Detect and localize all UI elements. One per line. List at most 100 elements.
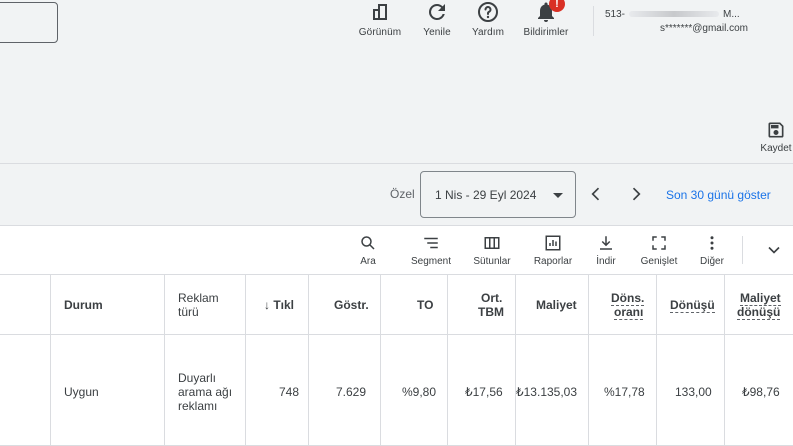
col-divider [380,335,381,445]
col-divider [164,275,165,334]
account-name-suffix: M... [723,9,740,20]
chevron-right-icon[interactable] [626,184,646,204]
col-divider [308,335,309,445]
account-id-prefix: 513- [605,9,626,20]
header-status[interactable]: Durum [64,298,103,312]
columns-button[interactable]: Sütunlar [462,234,522,267]
more-label: Diğer [700,256,724,267]
help-icon [478,2,498,22]
segment-icon [424,237,438,249]
search-icon [361,236,375,250]
divider [0,163,793,164]
download-label: İndir [596,256,616,267]
expand-icon [652,236,666,250]
save-icon [768,122,784,138]
header-clicks[interactable]: ↓ Tıkl [264,298,294,312]
chevron-down-icon[interactable] [764,240,784,260]
toolbar-divider [742,236,743,264]
date-range-picker[interactable]: 1 Nis - 29 Eyl 2024 [420,171,576,218]
header-conv-rate-1[interactable]: Döns. [611,291,645,306]
view-button[interactable]: Görünüm [350,0,410,38]
cell-cost: ₺13.135,03 [516,385,578,399]
date-range-text: 1 Nis - 29 Eyl 2024 [435,188,537,202]
columns-label: Sütunlar [473,256,511,267]
view-label: Görünüm [358,27,402,38]
reports-label: Raporlar [533,256,573,267]
custom-label: Özel [390,187,415,201]
account-email[interactable]: s*******@gmail.com [660,23,748,34]
header-avg-1[interactable]: Ort. [481,291,502,305]
header-impressions[interactable]: Göstr. [334,298,369,312]
cell-cost-per-conv: ₺98,76 [742,385,780,399]
caret-down-icon [553,193,563,198]
cell-ad-type-2: arama ağı [178,385,233,399]
header-clicks-label: Tıkl [273,298,295,312]
table-row: Uygun Duyarlı arama ağı reklamı 748 7.62… [0,335,793,446]
table-header-row: Durum Reklam türü ↓ Tıkl Göstr. TO Ort. … [0,274,793,335]
save-label: Kaydet [760,143,792,154]
col-divider [724,335,725,445]
col-divider [447,335,448,445]
cell-conversions: 133,00 [675,385,712,399]
header-cost[interactable]: Maliyet [536,298,577,312]
col-divider [588,275,589,334]
col-divider [656,335,657,445]
col-divider [245,275,246,334]
help-label: Yardım [471,27,505,38]
sort-arrow-icon: ↓ [264,298,270,312]
col-divider [724,275,725,334]
col-divider [50,335,51,445]
account-id[interactable]: 513- M... [605,9,740,20]
cell-ad-type-1: Duyarlı [178,371,217,385]
help-button[interactable]: Yardım [458,0,518,38]
notifications-label: Bildirimler [523,27,569,38]
col-divider [50,275,51,334]
search-button[interactable]: Ara [338,234,398,267]
reports-button[interactable]: Raporlar [523,234,583,267]
expand-button[interactable]: Genişlet [629,234,689,267]
campaign-table: Durum Reklam türü ↓ Tıkl Göstr. TO Ort. … [0,274,793,446]
refresh-label: Yenile [423,27,451,38]
header-avg-2[interactable]: TBM [478,305,504,319]
header-cost-per-conv-2[interactable]: dönüşü [737,305,781,320]
col-divider [447,275,448,334]
col-divider [515,275,516,334]
search-box[interactable] [0,2,58,43]
segment-button[interactable]: Segment [401,234,461,267]
show-last-30-days-link[interactable]: Son 30 günü göster [666,188,771,202]
col-divider [380,275,381,334]
notifications-button[interactable]: ! Bildirimler [516,0,576,38]
col-divider [164,335,165,445]
col-divider [656,275,657,334]
download-icon [600,236,612,250]
view-icon [373,4,387,20]
header-divider [593,6,594,36]
cell-status: Uygun [64,385,99,399]
header-conversions[interactable]: Dönüşü [670,298,715,313]
header-ad-type-1[interactable]: Reklam [178,291,219,305]
more-button[interactable]: Diğer [682,234,742,267]
cell-conv-rate: %17,78 [604,385,645,399]
refresh-icon [429,4,445,20]
table-toolbar: Ara Segment Sütunlar Raporlar İndir Geni… [0,226,793,274]
save-button[interactable]: Kaydet [756,120,793,154]
header-ctr[interactable]: TO [417,298,433,312]
more-icon [710,236,714,250]
cell-impressions: 7.629 [336,385,367,399]
header-ad-type-2[interactable]: türü [178,305,199,319]
search-label: Ara [360,256,376,267]
header-conv-rate-2[interactable]: oranı [614,305,644,320]
cell-avg-cpc: ₺17,56 [465,385,503,399]
header-cost-per-conv-1[interactable]: Maliyet [740,291,781,306]
columns-icon [484,237,500,249]
download-button[interactable]: İndir [576,234,636,267]
col-divider [308,275,309,334]
segment-label: Segment [410,256,452,267]
chevron-left-icon[interactable] [586,184,606,204]
notification-badge: ! [549,0,565,12]
cell-ad-type-3: reklamı [178,399,218,413]
cell-clicks: 748 [279,385,300,399]
expand-label: Genişlet [640,256,678,267]
reports-icon [545,235,561,251]
redacted-text [629,11,720,18]
